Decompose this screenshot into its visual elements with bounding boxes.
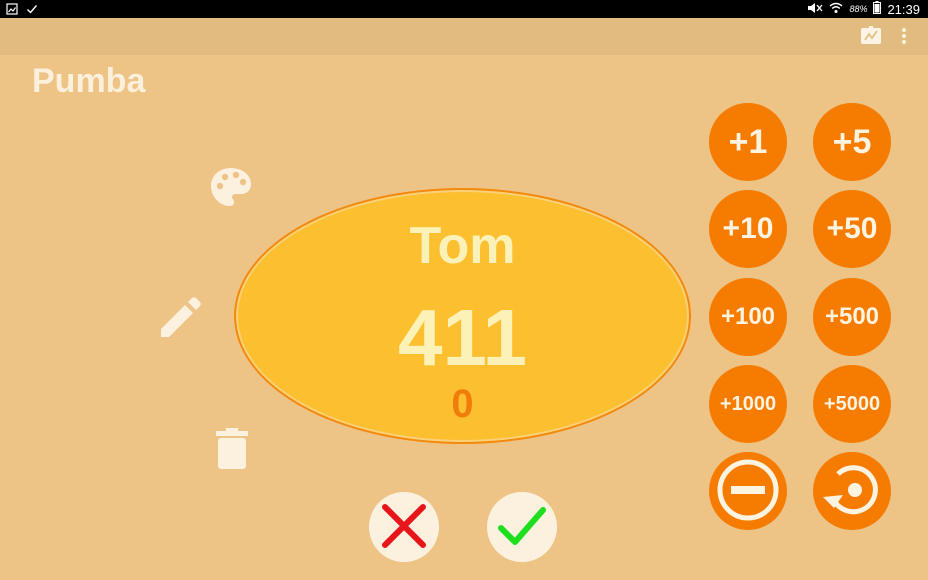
status-bar: 88% 21:39	[0, 0, 928, 18]
pencil-icon[interactable]	[159, 297, 201, 344]
add-500-button[interactable]: +500	[813, 278, 891, 356]
add-50-button[interactable]: +50	[813, 190, 891, 268]
add-5-button[interactable]: +5	[813, 103, 891, 181]
cancel-button[interactable]	[369, 492, 439, 562]
player-name: Tom	[409, 217, 516, 275]
add-10-button[interactable]: +10	[709, 190, 787, 268]
confirm-button[interactable]	[487, 492, 557, 562]
app-toolbar	[0, 18, 928, 55]
palette-icon[interactable]	[210, 166, 252, 213]
battery-icon	[873, 1, 882, 17]
undo-icon	[819, 457, 885, 526]
page-title: Pumba	[32, 62, 146, 100]
confirm-check-icon	[498, 506, 546, 549]
add-100-button[interactable]: +100	[709, 278, 787, 356]
pending-delta: 0	[451, 382, 474, 426]
overflow-menu-icon[interactable]	[898, 25, 910, 52]
cancel-x-icon	[381, 503, 427, 552]
add-1000-button[interactable]: +1000	[709, 365, 787, 443]
mute-icon	[807, 2, 823, 17]
presentation-icon[interactable]	[860, 25, 882, 52]
add-1-button[interactable]: +1	[709, 103, 787, 181]
add-5000-button[interactable]: +5000	[813, 365, 891, 443]
negate-button[interactable]	[709, 452, 787, 530]
player-score: 411	[397, 293, 528, 382]
minus-circle-icon	[715, 457, 781, 526]
status-clock: 21:39	[887, 1, 920, 17]
wifi-icon	[829, 2, 843, 17]
undo-button[interactable]	[813, 452, 891, 530]
trash-icon[interactable]	[216, 428, 248, 475]
battery-percent: 88%	[849, 4, 868, 14]
